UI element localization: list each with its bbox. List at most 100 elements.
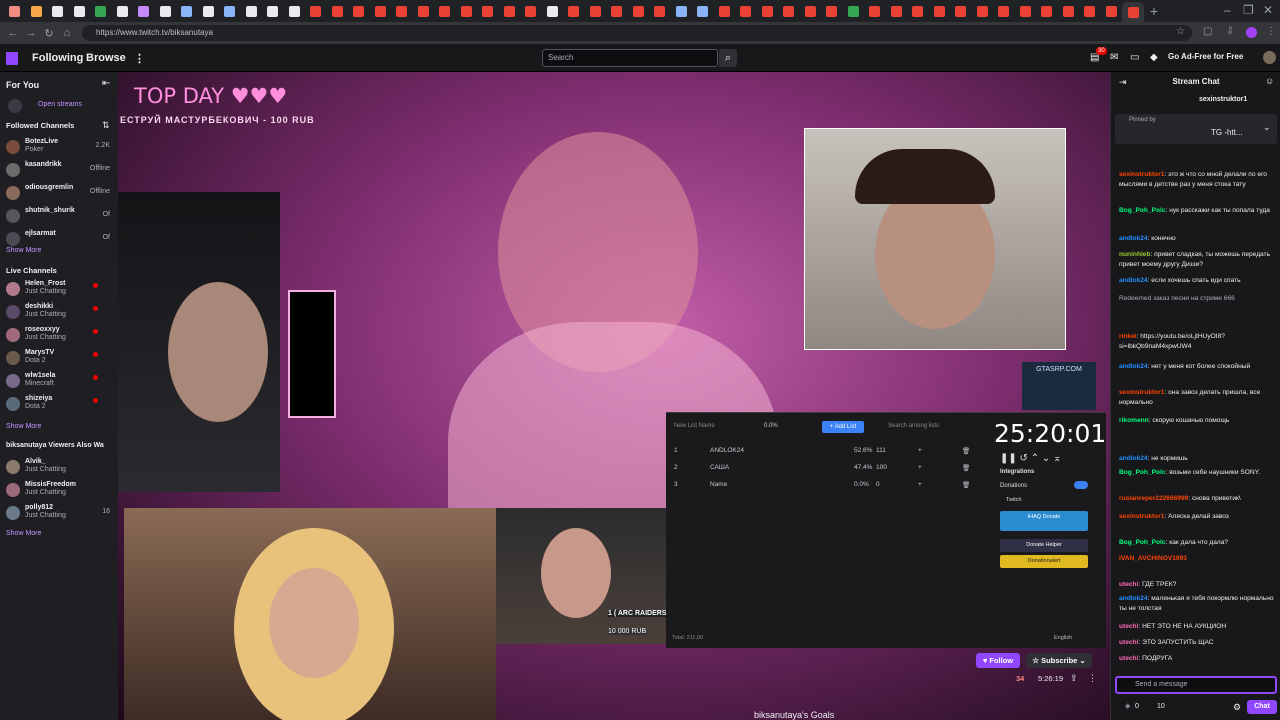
menu-icon[interactable]: ⋮ [1266,26,1276,37]
browser-tab[interactable] [327,3,349,19]
collapse-sidebar-icon[interactable]: ⇤ [102,78,110,89]
browser-tab[interactable] [972,3,994,19]
channel-points-icon[interactable]: ◈ [1125,702,1130,710]
video-player[interactable]: TOP DAY ♥♥♥ ЕСТРУЙ МАСТУРБЕКОВИЧ - 100 R… [118,72,1110,720]
chat-username[interactable]: Bog_Poh_Polc [1119,539,1166,546]
chat-send-button[interactable]: Chat [1247,700,1277,714]
sidebar-channel[interactable]: Helen_Frost Just Chatting [6,280,114,298]
browser-tab[interactable] [391,3,413,19]
sort-icon[interactable]: ⇅ [102,120,110,131]
add-amount-icon[interactable]: + [918,464,922,471]
home-icon[interactable]: ⌂ [58,27,76,39]
extensions-icon[interactable]: ▢ [1203,26,1212,37]
show-more-live[interactable]: Show More [6,423,41,430]
delete-icon[interactable]: 🗑 [962,481,970,489]
bookmark-star-icon[interactable]: ☆ [1176,26,1185,37]
browser-tab[interactable] [1101,3,1123,19]
chat-username[interactable]: andlok24 [1119,595,1148,602]
sidebar-channel[interactable]: roseoxxyy Just Chatting [6,326,114,344]
browser-tab[interactable] [1036,3,1058,19]
browser-tab[interactable] [1015,3,1037,19]
browser-tab[interactable] [800,3,822,19]
follow-button[interactable]: ♥ Follow [976,653,1020,668]
sidebar-channel[interactable]: kasandrikk Offline [6,161,114,179]
browser-tab[interactable] [370,3,392,19]
donations-toggle[interactable] [1074,481,1088,489]
sidebar-channel[interactable]: wlw1sela Minecraft [6,372,114,390]
chat-username[interactable]: IVAN_AVCHINOV1993 [1119,555,1187,562]
chat-username[interactable]: utechi [1119,655,1138,662]
pinned-message[interactable]: Pinned by TG -htt... ⌄ [1115,114,1277,144]
browser-tab[interactable] [133,3,155,19]
chat-input[interactable]: Send a message [1115,676,1277,694]
browser-tab[interactable] [176,3,198,19]
address-input[interactable]: https://www.twitch.tv/biksanutaya [82,25,1192,41]
auction-row[interactable]: 1 ANDLOK24 52.6% 111 + 🗑 [674,447,974,461]
chat-username[interactable]: andlok24 [1119,363,1148,370]
more-options-icon[interactable]: ⋮ [1088,673,1097,684]
new-tab-button[interactable]: + [1144,3,1164,19]
browser-tab[interactable] [649,3,671,19]
add-list-button[interactable]: + Add List [822,421,864,433]
browser-tab[interactable] [305,3,327,19]
chat-username[interactable]: Bog_Poh_Polc [1119,469,1166,476]
browser-tab[interactable] [671,3,693,19]
chat-username[interactable]: utechi [1119,623,1138,630]
chat-username[interactable]: nuninhleb [1119,251,1151,258]
browser-tab[interactable] [692,3,714,19]
share-icon[interactable]: ⇪ [1070,673,1078,684]
browser-tab[interactable] [714,3,736,19]
search-input[interactable]: Search [542,49,718,67]
delete-icon[interactable]: 🗑 [962,464,970,472]
browser-tab[interactable] [155,3,177,19]
browser-tab[interactable] [198,3,220,19]
browser-tab[interactable] [1079,3,1101,19]
user-avatar[interactable] [1263,51,1276,64]
browser-tab[interactable] [1058,3,1080,19]
subscribe-button[interactable]: ☆ Subscribe ⌄ [1026,653,1092,668]
browser-tab[interactable] [112,3,134,19]
search-button[interactable]: ⌕ [719,49,737,67]
sidebar-channel[interactable]: MarysTV Dota 2 [6,349,114,367]
chat-username[interactable]: andlok24 [1119,235,1148,242]
profile-icon[interactable] [1246,27,1257,38]
chat-username[interactable]: Bog_Poh_Polc [1119,207,1166,214]
chat-username[interactable]: rinkei [1119,333,1137,340]
twitch-logo-icon[interactable] [6,52,18,65]
reload-icon[interactable]: ↻ [40,27,58,40]
auction-row[interactable]: 2 САША 47.4% 100 + 🗑 [674,464,974,478]
add-amount-icon[interactable]: + [918,447,922,454]
browser-tab[interactable] [929,3,951,19]
browser-tab[interactable] [69,3,91,19]
restore-icon[interactable]: ❐ [1243,3,1254,17]
browser-tab[interactable] [520,3,542,19]
browser-tab[interactable] [821,3,843,19]
browser-tab[interactable] [241,3,263,19]
browser-tab[interactable] [90,3,112,19]
auction-row[interactable]: 3 Name 0.0% 0 + 🗑 [674,481,974,495]
browser-tab[interactable] [456,3,478,19]
chat-username[interactable]: sexinstruktor1 [1119,513,1164,520]
browser-tab[interactable] [585,3,607,19]
browser-tab[interactable] [886,3,908,19]
close-window-icon[interactable]: ✕ [1263,3,1273,17]
new-list-input[interactable]: New List Name [674,423,715,429]
browser-tab[interactable] [477,3,499,19]
sidebar-channel[interactable]: odiousgremlin Offline [6,184,114,202]
bits-icon[interactable]: ◆ [1150,52,1158,63]
nav-more-icon[interactable]: ⋮ [134,52,145,65]
browser-tab[interactable] [950,3,972,19]
search-lists-input[interactable]: Search among lists [888,423,939,429]
browser-tab[interactable] [606,3,628,19]
browser-tab[interactable] [284,3,306,19]
nav-following[interactable]: Following [32,52,83,64]
browser-tab[interactable] [26,3,48,19]
open-streams-link[interactable]: Open streams [38,101,82,108]
downloads-icon[interactable]: ⇩ [1226,26,1234,37]
sidebar-channel[interactable]: deshikki Just Chatting [6,303,114,321]
sidebar-channel[interactable]: Alvik_ Just Chatting [6,458,114,476]
forward-icon[interactable]: → [22,27,40,39]
chat-username[interactable]: utechi [1119,581,1138,588]
sidebar-channel[interactable]: BotezLive Poker 2.2K [6,138,114,156]
browser-tab[interactable] [1122,2,1144,22]
